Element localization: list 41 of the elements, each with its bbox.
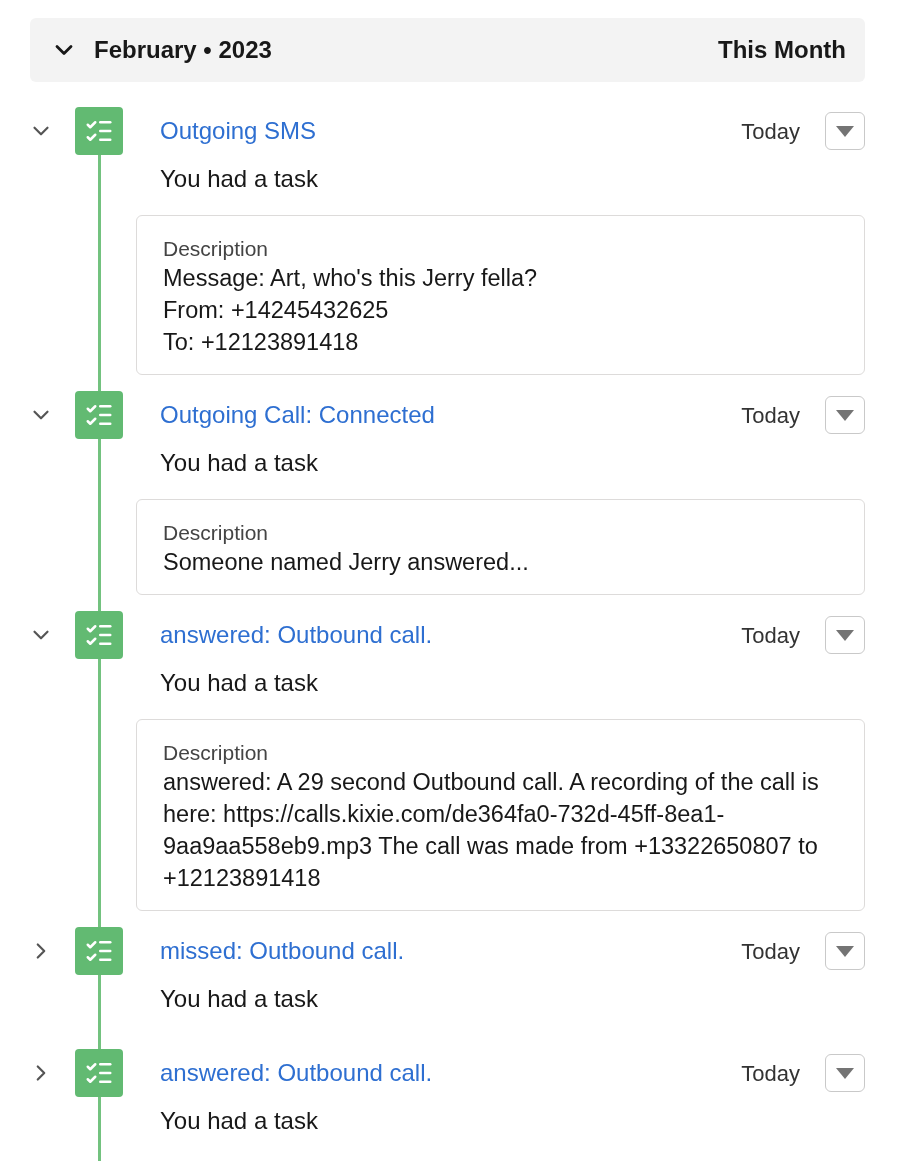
triangle-down-icon	[836, 1067, 854, 1079]
month-header[interactable]: February • 2023 This Month	[30, 18, 865, 82]
actions-dropdown-button[interactable]	[825, 1054, 865, 1092]
description-label: Description	[163, 236, 270, 262]
description-text: Message: Art, who's this Jerry fella?	[163, 264, 539, 293]
period-label: This Month	[718, 35, 846, 65]
task-subtitle: You had a task	[160, 1107, 319, 1135]
task-subtitle: You had a task	[160, 669, 319, 697]
task-date: Today	[741, 937, 800, 966]
description-text: To: +12123891418	[163, 328, 360, 357]
description-label: Description	[163, 740, 270, 766]
month-title: February • 2023	[94, 35, 273, 65]
task-date: Today	[741, 621, 800, 650]
task-date: Today	[741, 1059, 800, 1088]
triangle-down-icon	[836, 125, 854, 137]
task-date: Today	[741, 117, 800, 146]
task-title-link[interactable]: Outgoing Call: Connected	[160, 397, 742, 433]
description-text: Someone named Jerry answered...	[163, 548, 530, 577]
task-icon	[75, 107, 123, 155]
triangle-down-icon	[836, 409, 854, 421]
description-text: From: +14245432625	[163, 296, 390, 325]
actions-dropdown-button[interactable]	[825, 616, 865, 654]
task-icon	[75, 611, 123, 659]
actions-dropdown-button[interactable]	[825, 932, 865, 970]
description-text: answered: A 29 second Outbound call. A recording of the call is here: https://calls.kixie.com/de364fa0-732d-45ff-8ea1-9aa9aa558eb9.mp3 The call was made from +13322650807 to +12123891418	[163, 768, 820, 893]
triangle-down-icon	[836, 945, 854, 957]
task-subtitle: You had a task	[160, 449, 319, 477]
actions-dropdown-button[interactable]	[825, 112, 865, 150]
task-title-link[interactable]: missed: Outbound call.	[160, 933, 742, 969]
task-icon	[75, 1049, 123, 1097]
task-icon	[75, 927, 123, 975]
triangle-down-icon	[836, 629, 854, 641]
task-title-link[interactable]: answered: Outbound call.	[160, 1055, 742, 1091]
actions-dropdown-button[interactable]	[825, 396, 865, 434]
task-subtitle: You had a task	[160, 985, 319, 1013]
description-label: Description	[163, 520, 270, 546]
task-title-link[interactable]: answered: Outbound call.	[160, 617, 742, 653]
task-date: Today	[741, 401, 800, 430]
task-icon	[75, 391, 123, 439]
task-subtitle: You had a task	[160, 165, 319, 193]
task-title-link[interactable]: Outgoing SMS	[160, 113, 742, 149]
